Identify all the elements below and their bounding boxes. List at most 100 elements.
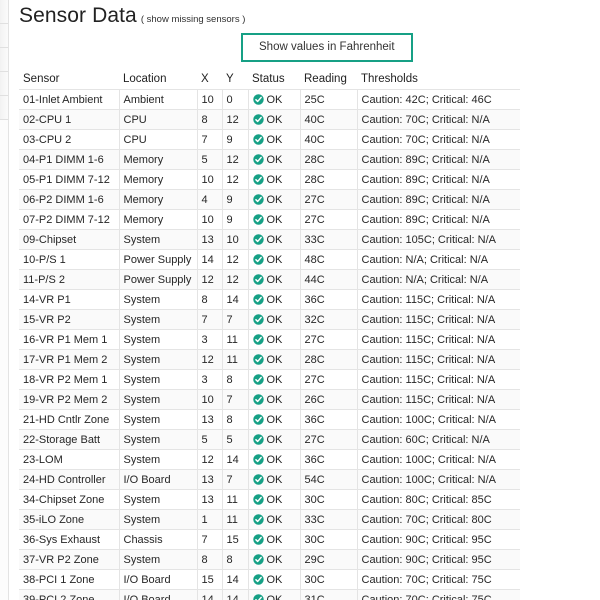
table-row[interactable]: 10-P/S 1 Power Supply 14 12 OK 48C Caution: N/… (19, 249, 520, 270)
ok-check-icon (252, 193, 264, 205)
cell-status: OK (248, 429, 301, 450)
cell-status: OK (248, 329, 301, 350)
cell-location: System (119, 369, 198, 390)
table-row[interactable]: 39-PCI 2 Zone I/O Board 14 14 OK 31C Caution: … (19, 589, 520, 600)
nav-rail-item[interactable] (0, 72, 8, 96)
ok-check-icon (252, 253, 264, 265)
cell-location: System (119, 489, 198, 510)
cell-location: System (119, 349, 198, 370)
table-row[interactable]: 01-Inlet Ambient Ambient 10 0 OK 25C Caution: … (19, 89, 520, 110)
cell-y: 11 (222, 329, 249, 350)
ok-check-icon (252, 213, 264, 225)
cell-location: I/O Board (119, 569, 198, 590)
cell-y: 11 (222, 489, 249, 510)
cell-location: System (119, 549, 198, 570)
cell-y: 12 (222, 249, 249, 270)
cell-thresholds: Caution: 115C; Critical: N/A (357, 309, 520, 330)
status-text: OK (266, 533, 283, 546)
cell-y: 5 (222, 429, 249, 450)
status-text: OK (266, 193, 283, 206)
cell-thresholds: Caution: 90C; Critical: 95C (357, 529, 520, 550)
cell-location: Power Supply (119, 269, 198, 290)
table-row[interactable]: 04-P1 DIMM 1-6 Memory 5 12 OK 28C Caution: 89C… (19, 149, 520, 170)
nav-rail-item[interactable] (0, 96, 8, 120)
table-row[interactable]: 03-CPU 2 CPU 7 9 OK 40C Caution: 70C; Critical… (19, 129, 520, 150)
ok-check-icon (252, 233, 264, 245)
nav-rail-item[interactable] (0, 0, 8, 24)
cell-status: OK (248, 289, 301, 310)
cell-reading: 30C (300, 489, 358, 510)
table-row[interactable]: 19-VR P2 Mem 2 System 10 7 OK 26C Caution: 115… (19, 389, 520, 410)
cell-thresholds: Caution: 70C; Critical: N/A (357, 129, 520, 150)
cell-location: System (119, 509, 198, 530)
page-title: Sensor Data (19, 4, 137, 27)
table-row[interactable]: 34-Chipset Zone System 13 11 OK 30C Caution: 8… (19, 489, 520, 510)
cell-reading: 33C (300, 229, 358, 250)
cell-y: 8 (222, 409, 249, 430)
cell-x: 5 (197, 149, 223, 170)
status-text: OK (266, 393, 283, 406)
table-row[interactable]: 05-P1 DIMM 7-12 Memory 10 12 OK 28C Caution: 8… (19, 169, 520, 190)
nav-rail-item[interactable] (0, 24, 8, 48)
ok-check-icon (252, 113, 264, 125)
sensor-data-page: Sensor Data ( show missing sensors ) Sho… (0, 0, 600, 600)
column-header-thresholds[interactable]: Thresholds (357, 72, 520, 90)
cell-sensor: 11-P/S 2 (19, 269, 120, 290)
cell-x: 10 (197, 169, 223, 190)
table-row[interactable]: 06-P2 DIMM 1-6 Memory 4 9 OK 27C Caution: 89C;… (19, 189, 520, 210)
cell-thresholds: Caution: 70C; Critical: 75C (357, 589, 520, 600)
column-header-status[interactable]: Status (248, 72, 300, 90)
cell-status: OK (248, 349, 301, 370)
cell-y: 14 (222, 289, 249, 310)
table-row[interactable]: 24-HD Controller I/O Board 13 7 OK 54C Caution… (19, 469, 520, 490)
cell-reading: 40C (300, 109, 358, 130)
cell-location: I/O Board (119, 469, 198, 490)
column-header-reading[interactable]: Reading (300, 72, 357, 90)
column-header-x[interactable]: X (197, 72, 222, 90)
table-row[interactable]: 16-VR P1 Mem 1 System 3 11 OK 27C Caution: 115… (19, 329, 520, 350)
cell-sensor: 03-CPU 2 (19, 129, 120, 150)
cell-status: OK (248, 529, 301, 550)
cell-location: System (119, 329, 198, 350)
table-row[interactable]: 18-VR P2 Mem 1 System 3 8 OK 27C Caution: 115C… (19, 369, 520, 390)
table-row[interactable]: 23-LOM System 12 14 OK 36C Caution: 100C; Crit… (19, 449, 520, 470)
cell-x: 14 (197, 249, 223, 270)
table-row[interactable]: 15-VR P2 System 7 7 OK 32C Caution: 115C; Crit… (19, 309, 520, 330)
table-row[interactable]: 22-Storage Batt System 5 5 OK 27C Caution: 60C… (19, 429, 520, 450)
table-row[interactable]: 36-Sys Exhaust Chassis 7 15 OK 30C Caution: 90… (19, 529, 520, 550)
cell-x: 3 (197, 329, 223, 350)
table-row[interactable]: 37-VR P2 Zone System 8 8 OK 29C Caution: 90C; … (19, 549, 520, 570)
status-text: OK (266, 473, 283, 486)
table-row[interactable]: 02-CPU 1 CPU 8 12 OK 40C Caution: 70C; Critica… (19, 109, 520, 130)
table-row[interactable]: 09-Chipset System 13 10 OK 33C Caution: 105C; … (19, 229, 520, 250)
cell-location: Power Supply (119, 249, 198, 270)
status-text: OK (266, 433, 283, 446)
cell-reading: 28C (300, 349, 358, 370)
show-values-in-fahrenheit-button[interactable]: Show values in Fahrenheit (241, 33, 413, 62)
table-row[interactable]: 21-HD Cntlr Zone System 13 8 OK 36C Caution: 1… (19, 409, 520, 430)
status-text: OK (266, 133, 283, 146)
cell-y: 10 (222, 229, 249, 250)
table-row[interactable]: 11-P/S 2 Power Supply 12 12 OK 44C Caution: N/… (19, 269, 520, 290)
cell-reading: 27C (300, 429, 358, 450)
column-header-location[interactable]: Location (119, 72, 197, 90)
cell-x: 10 (197, 89, 223, 110)
table-row[interactable]: 07-P2 DIMM 7-12 Memory 10 9 OK 27C Caution: 89… (19, 209, 520, 230)
nav-rail-item[interactable] (0, 48, 8, 72)
table-row[interactable]: 38-PCI 1 Zone I/O Board 15 14 OK 30C Caution: … (19, 569, 520, 590)
table-row[interactable]: 35-iLO Zone System 1 11 OK 33C Caution: 70C; C… (19, 509, 520, 530)
table-row[interactable]: 17-VR P1 Mem 2 System 12 11 OK 28C Caution: 11… (19, 349, 520, 370)
column-header-y[interactable]: Y (222, 72, 248, 90)
table-header-row: Sensor Location X Y Status Reading Thres… (19, 72, 520, 90)
ok-check-icon (252, 393, 264, 405)
ok-check-icon (252, 433, 264, 445)
cell-location: System (119, 449, 198, 470)
ok-check-icon (252, 553, 264, 565)
cell-sensor: 19-VR P2 Mem 2 (19, 389, 120, 410)
cell-status: OK (248, 489, 301, 510)
cell-sensor: 15-VR P2 (19, 309, 120, 330)
cell-sensor: 36-Sys Exhaust (19, 529, 120, 550)
show-missing-sensors-link[interactable]: ( show missing sensors ) (141, 14, 246, 26)
column-header-sensor[interactable]: Sensor (19, 72, 119, 90)
table-row[interactable]: 14-VR P1 System 8 14 OK 36C Caution: 115C; Cri… (19, 289, 520, 310)
